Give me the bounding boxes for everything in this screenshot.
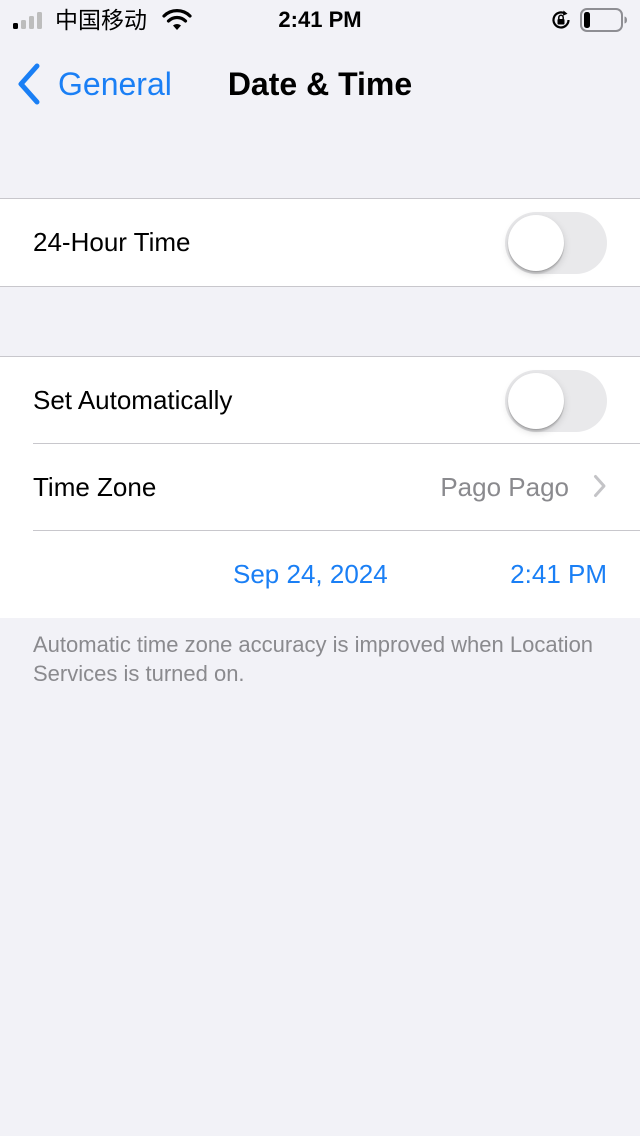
time-zone-value: Pago Pago [440,472,569,502]
chevron-right-icon [594,475,606,497]
navigation-bar: General Date & Time [0,40,640,128]
settings-group-date-time: Set Automatically Time Zone Pago Pago Se… [0,356,640,618]
toggle-24-hour-time[interactable] [505,212,607,274]
row-time-zone[interactable]: Time Zone Pago Pago [0,444,640,531]
row-24-hour-time-label: 24-Hour Time [33,227,191,257]
page-title: Date & Time [227,66,413,102]
row-24-hour-time: 24-Hour Time [0,199,640,286]
status-bar: 中国移动 2:41 PM [0,0,640,40]
battery-icon [580,8,627,32]
row-date-time-values: Sep 24, 2024 2:41 PM [0,531,640,618]
toggle-knob [508,215,564,271]
toggle-set-automatically[interactable] [505,370,607,432]
status-clock: 2:41 PM [278,7,362,32]
lock-rotation-icon [552,10,570,29]
row-set-automatically: Set Automatically [0,357,640,444]
footer-note: Automatic time zone accuracy is improved… [33,632,594,686]
settings-group-24hour: 24-Hour Time [0,198,640,287]
row-time-zone-label: Time Zone [33,472,157,502]
time-value[interactable]: 2:41 PM [510,531,607,618]
date-value[interactable]: Sep 24, 2024 [233,531,388,618]
row-set-automatically-label: Set Automatically [33,385,233,415]
toggle-knob [508,373,564,429]
